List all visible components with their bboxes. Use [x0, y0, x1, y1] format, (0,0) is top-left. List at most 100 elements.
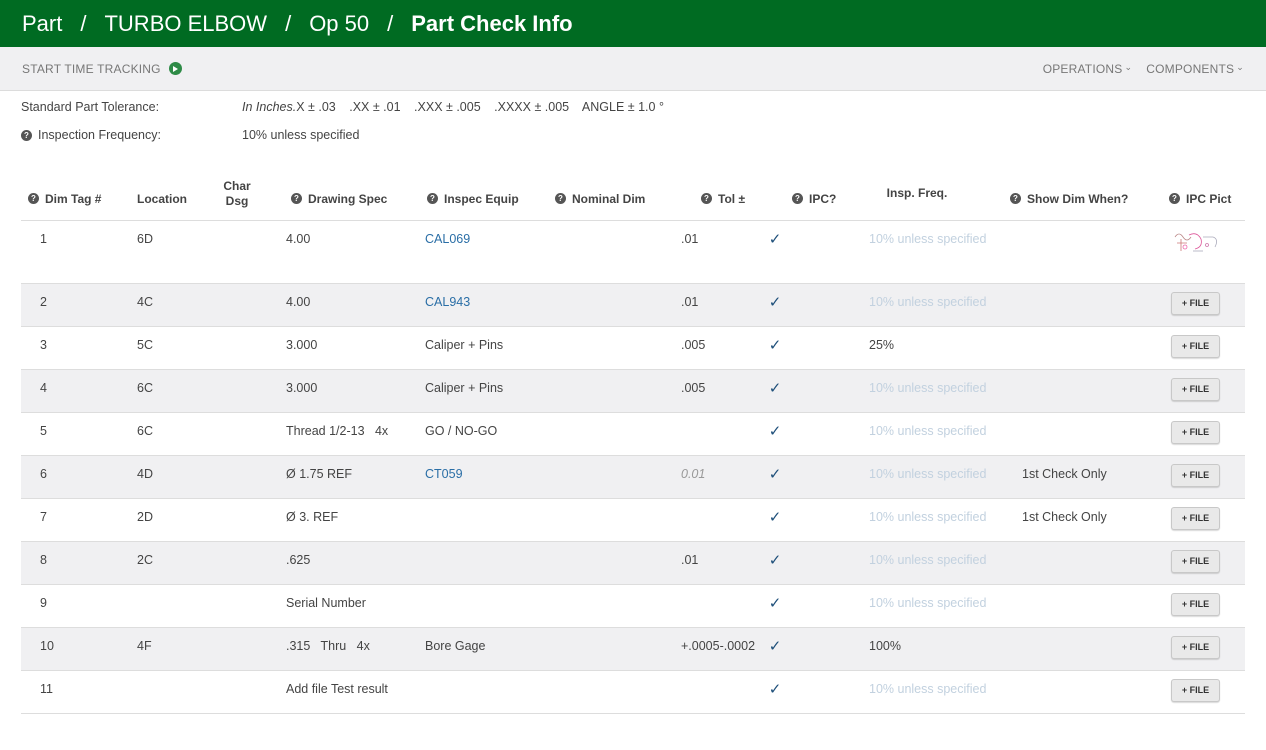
table-row[interactable]: 7 2D Ø 3. REF ✓ 10% unless specified 1st Chec… [21, 498, 1245, 542]
inspec-equip: Caliper + Pins [425, 337, 504, 352]
dim-tag: 4 [40, 380, 47, 395]
components-menu[interactable]: COMPONENTS ⌄ [1146, 62, 1244, 76]
location: 4D [137, 466, 153, 481]
table-row[interactable]: 10 4F .315 Thru 4x Bore Gage +.0005-.0002 ✓ 10… [21, 627, 1245, 671]
add-file-button[interactable]: + FILE [1171, 635, 1220, 659]
table-row[interactable]: 5 6C Thread 1/2-13 4x GO / NO-GO ✓ 10% unless… [21, 412, 1245, 456]
table-row[interactable]: 6 4D Ø 1.75 REF CT059 0.01 ✓ 10% unless specif… [21, 455, 1245, 499]
dim-tag: 9 [40, 595, 47, 610]
breadcrumb-part[interactable]: Part [22, 11, 62, 37]
col-dim-tag-label: Dim Tag # [45, 191, 102, 206]
toolbar: START TIME TRACKING OPERATIONS ⌄ COMPONE… [0, 47, 1266, 91]
table-row[interactable]: 1 6D 4.00 CAL069 .01 ✓ 10% unless specified [21, 220, 1245, 284]
insp-freq: 100% [869, 638, 901, 653]
insp-freq: 10% unless specified [869, 509, 987, 524]
insp-freq: 10% unless specified [869, 595, 987, 610]
breadcrumb-operation[interactable]: Op 50 [309, 11, 369, 37]
col-ipc[interactable]: ? IPC? [777, 176, 857, 221]
insp-freq: 25% [869, 337, 895, 352]
help-icon[interactable]: ? [701, 193, 712, 204]
help-icon[interactable]: ? [291, 193, 302, 204]
table-row[interactable]: 8 2C .625 .01 ✓ 10% unless specified + FILE [21, 541, 1245, 585]
col-tol[interactable]: ? Tol ± [680, 176, 777, 221]
dim-tag: 2 [40, 294, 47, 309]
col-nominal-dim[interactable]: ? Nominal Dim [553, 176, 680, 221]
add-file-button[interactable]: + FILE [1171, 291, 1220, 315]
check-icon: ✓ [768, 594, 782, 612]
add-file-button[interactable]: + FILE [1171, 463, 1220, 487]
dim-tag: 8 [40, 552, 47, 567]
table-row[interactable]: 3 5C 3.000 Caliper + Pins .005 ✓ 25% + FILE [21, 326, 1245, 370]
show-dim-when: 1st Check Only [1022, 466, 1107, 481]
help-icon[interactable]: ? [1169, 193, 1180, 204]
operations-menu[interactable]: OPERATIONS ⌄ [1043, 62, 1133, 76]
help-icon[interactable]: ? [427, 193, 438, 204]
table-row[interactable]: 11 Add file Test result ✓ 10% unless specif… [21, 670, 1245, 714]
help-icon[interactable]: ? [792, 193, 803, 204]
add-file-button[interactable]: + FILE [1171, 420, 1220, 444]
insp-freq: 10% unless specified [869, 466, 987, 481]
page-title: Part Check Info [411, 10, 573, 36]
dim-tag: 6 [40, 466, 47, 481]
dim-tag: 3 [40, 337, 47, 352]
add-file-button[interactable]: + FILE [1171, 377, 1220, 401]
col-dim-tag[interactable]: ? Dim Tag # [21, 176, 137, 221]
ipc-picture-thumbnail[interactable] [1173, 229, 1245, 258]
help-icon[interactable]: ? [555, 193, 566, 204]
table-row[interactable]: 4 6C 3.000 Caliper + Pins .005 ✓ 10% unless sp… [21, 369, 1245, 413]
col-drawing-spec[interactable]: ? Drawing Spec [285, 176, 425, 221]
drawing-spec: 4.00 [286, 294, 311, 309]
drawing-spec: Serial Number [286, 595, 366, 610]
check-icon: ✓ [768, 465, 782, 483]
tolerance-x: X ± .03 [296, 100, 336, 114]
location: 6C [137, 380, 153, 395]
col-ipc-pict[interactable]: ? IPC Pict [1163, 176, 1245, 221]
col-char-dsg[interactable]: Char Dsg [222, 176, 285, 221]
col-tol-label: Tol ± [718, 191, 746, 206]
drawing-spec: 3.000 [286, 337, 318, 352]
col-ipc-pict-label: IPC Pict [1186, 191, 1232, 206]
inspec-equip: Bore Gage [425, 638, 486, 653]
check-icon: ✓ [768, 680, 782, 698]
frequency-label: Inspection Frequency: [38, 128, 161, 142]
col-location[interactable]: Location [137, 176, 222, 221]
help-icon[interactable]: ? [28, 193, 39, 204]
drawing-spec: Ø 3. REF [286, 509, 339, 524]
tolerance-values: In Inches.X ± .03 .XX ± .01 .XXX ± .005 … [242, 100, 674, 114]
chevron-down-icon: ⌄ [1236, 62, 1244, 72]
inspec-equip: GO / NO-GO [425, 423, 498, 438]
breadcrumb-separator: / [285, 10, 292, 36]
add-file-button[interactable]: + FILE [1171, 506, 1220, 530]
dim-tag: 1 [40, 231, 47, 246]
tolerance: +.0005-.0002 [681, 638, 756, 653]
insp-freq: 10% unless specified [869, 552, 987, 567]
help-icon[interactable]: ? [21, 129, 32, 141]
table-row[interactable]: 2 4C 4.00 CAL943 .01 ✓ 10% unless specified + F… [21, 283, 1245, 327]
check-icon: ✓ [768, 336, 782, 354]
col-insp-freq[interactable]: Insp. Freq. [857, 176, 1010, 221]
col-show-dim[interactable]: ? Show Dim When? [1010, 176, 1163, 221]
col-inspec-equip[interactable]: ? Inspec Equip [425, 176, 553, 221]
add-file-button[interactable]: + FILE [1171, 334, 1220, 358]
insp-freq: 10% unless specified [869, 423, 987, 438]
help-icon[interactable]: ? [1010, 193, 1021, 204]
dim-tag: 11 [40, 681, 53, 696]
start-time-tracking-button[interactable]: START TIME TRACKING [22, 62, 182, 76]
breadcrumb-part-name[interactable]: TURBO ELBOW [104, 11, 267, 37]
col-nominal-dim-label: Nominal Dim [572, 191, 646, 206]
inspec-equip[interactable]: CAL069 [425, 232, 470, 246]
table-row[interactable]: 9 Serial Number ✓ 10% unless specified + FIL… [21, 584, 1245, 628]
tolerance-label: Standard Part Tolerance: [21, 100, 160, 114]
drawing-spec: 4.00 [286, 231, 311, 246]
tolerance: .01 [681, 552, 699, 567]
breadcrumb: Part / TURBO ELBOW / Op 50 / Part Check … [0, 0, 1266, 47]
add-file-button[interactable]: + FILE [1171, 678, 1220, 702]
check-icon: ✓ [768, 508, 782, 526]
add-file-button[interactable]: + FILE [1171, 549, 1220, 573]
insp-freq: 10% unless specified [869, 380, 987, 395]
add-file-button[interactable]: + FILE [1171, 592, 1220, 616]
inspec-equip[interactable]: CAL943 [425, 295, 470, 309]
start-time-tracking-label: START TIME TRACKING [22, 61, 161, 76]
inspec-equip[interactable]: CT059 [425, 467, 463, 481]
tolerance: .01 [681, 231, 699, 246]
